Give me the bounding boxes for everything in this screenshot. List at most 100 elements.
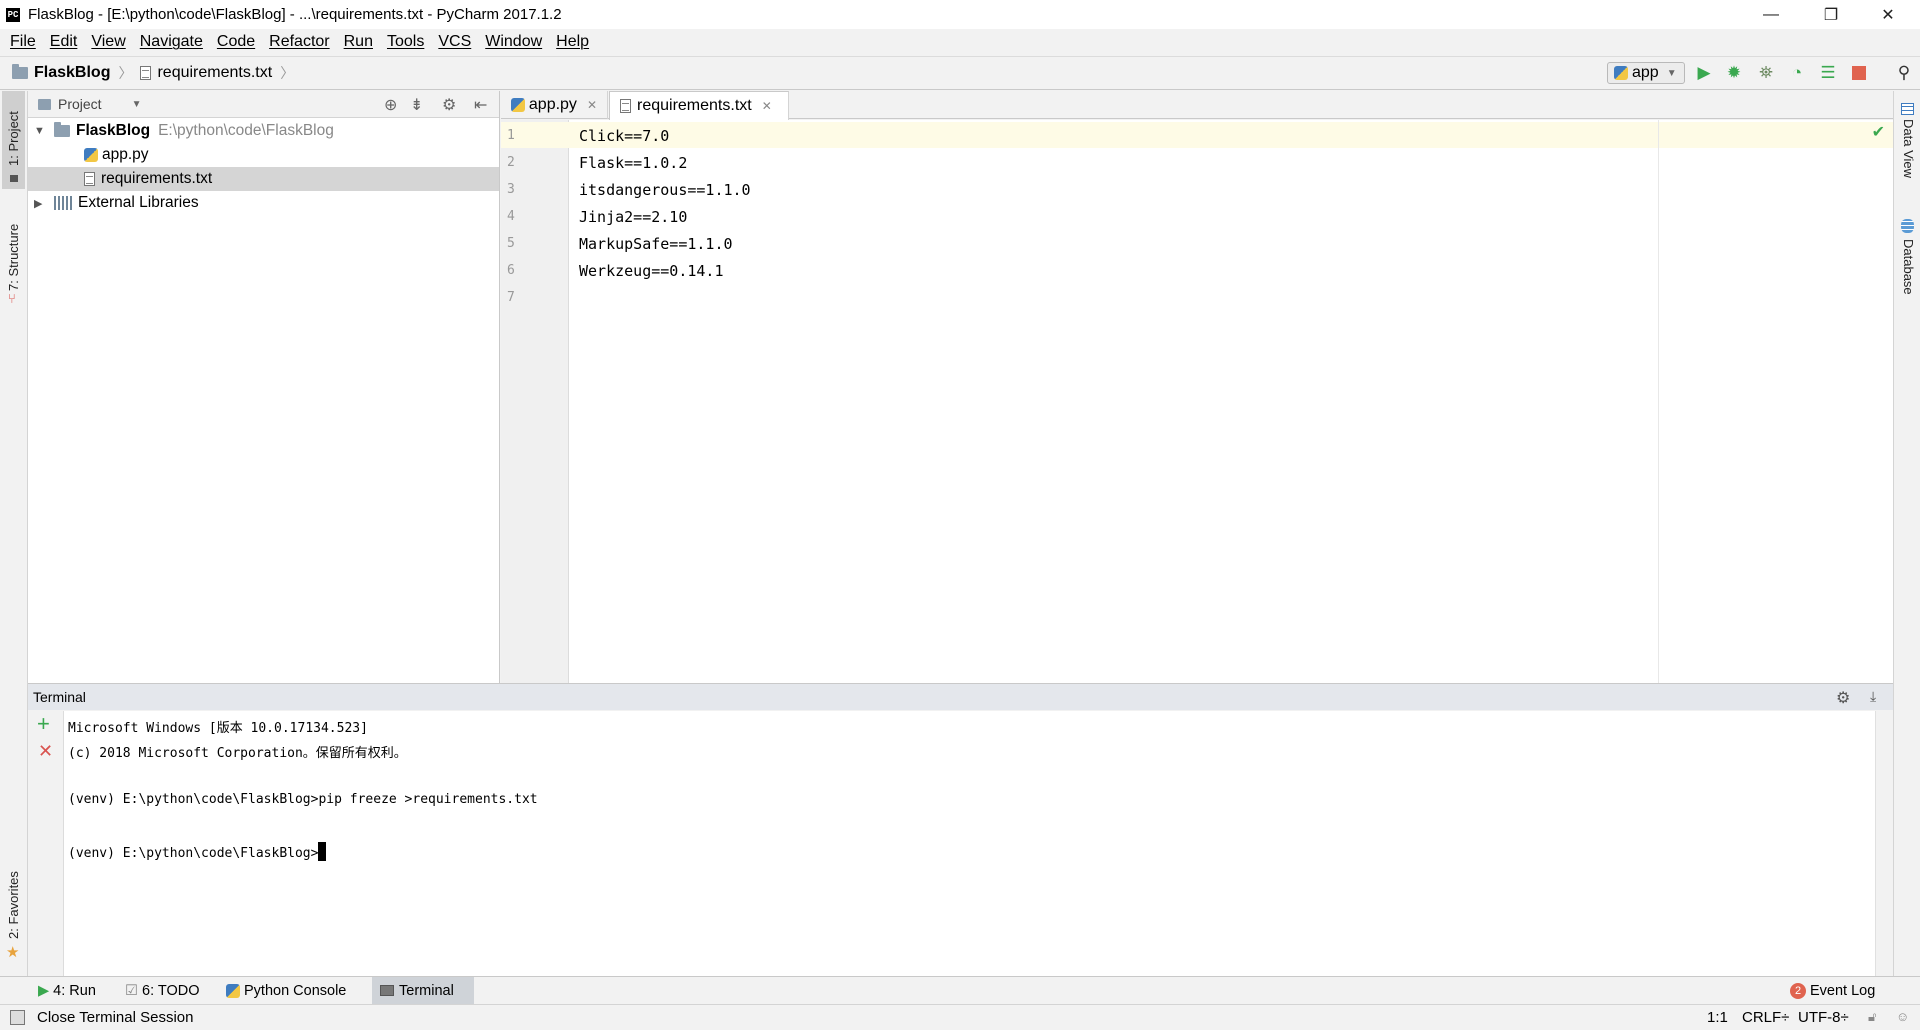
python-icon — [1614, 66, 1628, 80]
tree-item-requirements[interactable]: requirements.txt — [28, 167, 499, 191]
locate-icon[interactable]: ⊕ — [384, 95, 397, 115]
run-icon[interactable]: ▶ — [1694, 63, 1714, 83]
text-cursor — [318, 842, 327, 861]
text-file-icon — [84, 172, 95, 186]
line-number-gutter — [501, 120, 569, 683]
terminal-line: Microsoft Windows [版本 10.0.17134.523] — [68, 721, 368, 736]
code-editor[interactable]: ✔ 1 2 3 4 5 6 7 Click==7.0 Flask==1.0.2 … — [501, 120, 1893, 683]
python-file-icon — [84, 148, 98, 162]
new-session-icon[interactable]: + — [37, 713, 50, 735]
profile-icon[interactable]: ◔ — [1787, 63, 1807, 83]
hide-panel-icon[interactable]: ⇤ — [474, 95, 487, 115]
restore-button[interactable]: ❐ — [1801, 0, 1861, 29]
tree-item-label: requirements.txt — [101, 170, 213, 187]
gear-icon[interactable]: ⚙ — [1836, 688, 1850, 708]
line-number: 1 — [507, 128, 515, 143]
tool-tab-python-console[interactable]: Python Console — [218, 977, 354, 1004]
terminal-prompt-line[interactable]: (venv) E:\python\code\FlaskBlog> — [68, 842, 327, 861]
inspection-ok-icon[interactable]: ✔ — [1872, 122, 1885, 142]
tool-tab-structure[interactable]: 7: Structure — [6, 224, 21, 291]
tool-tab-todo[interactable]: ☑ 6: TODO — [117, 977, 207, 1004]
tool-tab-label: Terminal — [399, 982, 454, 999]
tool-tab-terminal[interactable]: Terminal — [372, 977, 474, 1004]
terminal-scrollbar[interactable] — [1875, 711, 1893, 976]
tool-tab-data-view[interactable]: Data View — [1901, 119, 1916, 178]
close-session-icon[interactable]: ✕ — [38, 741, 53, 762]
event-log-button[interactable]: 2 Event Log — [1782, 977, 1883, 1004]
minimize-button[interactable]: — — [1741, 0, 1801, 29]
menu-view[interactable]: View — [84, 33, 132, 51]
menu-navigate[interactable]: Navigate — [133, 33, 210, 51]
menu-run[interactable]: Run — [337, 33, 380, 51]
tree-item-project-root[interactable]: ▼ FlaskBlog E:\python\code\FlaskBlog — [28, 119, 499, 143]
folder-icon — [54, 122, 70, 137]
event-log-label: Event Log — [1810, 982, 1876, 999]
menu-file[interactable]: File — [3, 33, 43, 51]
tree-item-app-py[interactable]: app.py — [28, 143, 499, 167]
code-line[interactable]: Werkzeug==0.14.1 — [579, 262, 724, 280]
tab-requirements-txt[interactable]: requirements.txt ✕ — [609, 91, 789, 120]
concurrency-icon[interactable]: ☰ — [1818, 63, 1838, 83]
breadcrumb-project[interactable]: FlaskBlog 〉 — [12, 63, 140, 83]
run-configuration-select[interactable]: app ▼ — [1607, 62, 1685, 84]
code-line[interactable]: MarkupSafe==1.1.0 — [579, 235, 733, 253]
lock-icon[interactable]: 🔓︎ — [1868, 1009, 1876, 1025]
project-root-name: FlaskBlog — [76, 122, 151, 139]
code-line[interactable]: itsdangerous==1.1.0 — [579, 181, 751, 199]
line-separator-select[interactable]: CRLF÷ — [1742, 1009, 1789, 1026]
terminal-output[interactable]: Microsoft Windows [版本 10.0.17134.523] (c… — [64, 711, 1875, 976]
menu-code[interactable]: Code — [210, 33, 262, 51]
close-window-button[interactable]: ✕ — [1858, 0, 1918, 29]
encoding-select[interactable]: UTF-8÷ — [1798, 1009, 1849, 1026]
project-view-select[interactable]: Project — [58, 96, 102, 112]
menu-vcs[interactable]: VCS — [431, 33, 478, 51]
project-root-path: E:\python\code\FlaskBlog — [158, 122, 334, 139]
close-icon[interactable]: ✕ — [587, 98, 597, 112]
code-line[interactable]: Flask==1.0.2 — [579, 154, 687, 172]
debug-icon[interactable]: ✹ — [1724, 63, 1744, 83]
tool-tab-label: 6: TODO — [142, 982, 200, 999]
bottom-tool-bar: ▶ 4: Run ☑ 6: TODO Python Console Termin… — [0, 976, 1920, 1004]
inspector-icon[interactable]: ☺ — [1896, 1009, 1909, 1024]
coverage-icon[interactable]: ⛯ — [1756, 63, 1776, 83]
terminal-header: Terminal ⚙ ⤓ — [28, 683, 1893, 710]
tool-tab-database[interactable]: Database — [1901, 239, 1916, 295]
tool-tab-project[interactable]: 1: Project — [6, 111, 21, 166]
collapse-arrow-icon[interactable]: ▶ — [34, 197, 44, 210]
menu-window[interactable]: Window — [478, 33, 549, 51]
tab-label: app.py — [528, 96, 577, 113]
code-line[interactable]: Jinja2==2.10 — [579, 208, 687, 226]
project-view-icon — [38, 98, 51, 110]
menu-edit[interactable]: Edit — [43, 33, 85, 51]
star-icon: ★ — [6, 944, 20, 961]
stop-icon[interactable] — [1849, 63, 1869, 83]
tree-item-external-libraries[interactable]: ▶ External Libraries — [28, 191, 499, 215]
search-icon[interactable]: ⚲ — [1894, 63, 1914, 83]
menu-bar: File Edit View Navigate Code Refactor Ru… — [0, 29, 1920, 55]
code-line[interactable]: Click==7.0 — [579, 127, 669, 145]
menu-refactor[interactable]: Refactor — [262, 33, 336, 51]
close-icon[interactable]: ✕ — [762, 99, 772, 113]
chevron-down-icon[interactable]: ▼ — [132, 99, 142, 110]
tree-item-label: External Libraries — [78, 194, 199, 211]
line-number: 7 — [507, 290, 515, 305]
project-panel-icon — [10, 175, 18, 182]
line-number: 3 — [507, 182, 515, 197]
breadcrumb-file[interactable]: requirements.txt 〉 — [140, 63, 302, 83]
line-number: 4 — [507, 209, 515, 224]
expand-arrow-icon[interactable]: ▼ — [34, 125, 45, 137]
tool-tab-favorites[interactable]: 2: Favorites — [6, 871, 21, 939]
menu-help[interactable]: Help — [549, 33, 596, 51]
menu-tools[interactable]: Tools — [380, 33, 431, 51]
editor-tabs: app.py ✕ requirements.txt ✕ — [501, 91, 1893, 120]
hide-panel-icon[interactable]: ⤓ — [1870, 688, 1876, 705]
caret-position[interactable]: 1:1 — [1707, 1009, 1728, 1026]
tool-tab-run[interactable]: ▶ 4: Run — [30, 977, 104, 1004]
text-file-icon — [620, 99, 631, 113]
data-view-icon — [1901, 103, 1914, 115]
tool-windows-toggle-icon[interactable] — [10, 1010, 25, 1025]
chevron-right-icon: 〉 — [280, 65, 295, 81]
gear-icon[interactable]: ⚙ — [442, 95, 456, 115]
collapse-all-icon[interactable]: ⇟ — [410, 95, 423, 115]
tab-app-py[interactable]: app.py ✕ — [501, 91, 608, 119]
